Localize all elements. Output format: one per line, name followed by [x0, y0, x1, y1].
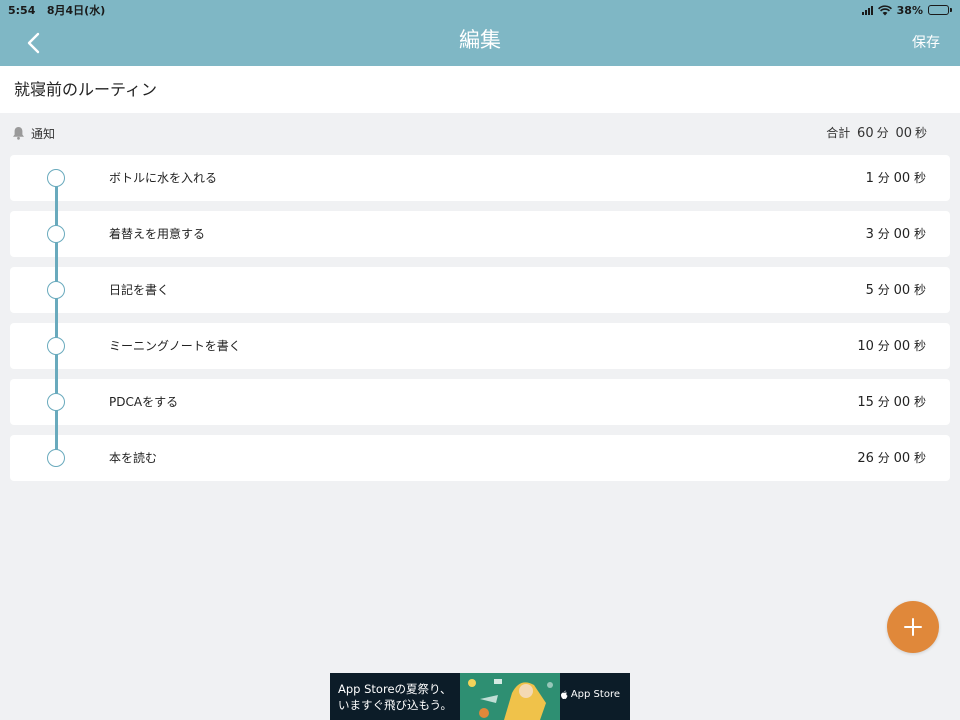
battery-percent: 38%	[896, 3, 923, 17]
status-bar: 5:54 8月4日(水) 38%	[0, 0, 960, 20]
task-name: 着替えを用意する	[109, 227, 206, 241]
timeline-node-icon	[47, 225, 65, 243]
status-right: 38%	[861, 3, 952, 17]
apple-logo-icon	[560, 690, 568, 699]
task-name: 日記を書く	[109, 283, 170, 297]
wifi-icon	[877, 4, 892, 15]
nav-bar: 編集 保存	[0, 20, 960, 66]
page-title: 編集	[459, 28, 501, 52]
task-duration: 5 分 00 秒	[865, 283, 926, 298]
task-row[interactable]: ミーニングノートを書く 10 分 00 秒	[10, 323, 950, 369]
total-sec-unit: 秒	[914, 126, 927, 140]
task-duration: 15 分 00 秒	[857, 395, 926, 410]
timeline-node-icon	[47, 169, 65, 187]
task-row[interactable]: 本を読む 26 分 00 秒	[10, 435, 950, 481]
plus-icon	[904, 618, 922, 636]
notification-toggle[interactable]: 通知	[12, 122, 55, 144]
task-name: ミーニングノートを書く	[109, 339, 241, 353]
ad-text: App Storeの夏祭り、 いますぐ飛び込もう。	[338, 682, 452, 712]
total-label: 合計	[826, 126, 851, 140]
status-left: 5:54 8月4日(水)	[8, 2, 113, 18]
notification-label: 通知	[31, 126, 56, 141]
total-seconds: 00	[895, 126, 912, 141]
total-duration: 合計 60 分 00 秒	[826, 122, 927, 144]
meta-row: 通知 合計 60 分 00 秒	[0, 122, 960, 144]
task-name: PDCAをする	[109, 395, 179, 409]
task-duration: 26 分 00 秒	[857, 451, 926, 466]
task-duration: 10 分 00 秒	[857, 339, 926, 354]
timeline-node-icon	[47, 337, 65, 355]
routine-title-field[interactable]: 就寝前のルーティン	[0, 66, 960, 113]
ad-illustration-icon	[460, 673, 560, 720]
timeline-node-icon	[47, 449, 65, 467]
ad-banner[interactable]: App Storeの夏祭り、 いますぐ飛び込もう。 App Store	[330, 673, 630, 720]
bell-icon	[13, 127, 24, 140]
ad-brand: App Store	[560, 689, 620, 700]
status-time: 5:54	[8, 4, 36, 17]
task-name: 本を読む	[109, 451, 158, 465]
task-list: ボトルに水を入れる 1 分 00 秒 着替えを用意する 3 分 00 秒 日記を…	[10, 155, 950, 491]
task-duration: 1 分 00 秒	[865, 171, 926, 186]
task-row[interactable]: 日記を書く 5 分 00 秒	[10, 267, 950, 313]
signal-icon	[861, 5, 873, 15]
total-minutes: 60	[857, 126, 874, 141]
save-button[interactable]: 保存	[912, 20, 940, 66]
task-duration: 3 分 00 秒	[865, 227, 926, 242]
task-row[interactable]: ボトルに水を入れる 1 分 00 秒	[10, 155, 950, 201]
task-row[interactable]: PDCAをする 15 分 00 秒	[10, 379, 950, 425]
task-row[interactable]: 着替えを用意する 3 分 00 秒	[10, 211, 950, 257]
status-date: 8月4日(水)	[46, 4, 106, 17]
timeline-node-icon	[47, 281, 65, 299]
total-min-unit: 分	[876, 126, 889, 140]
timeline-node-icon	[47, 393, 65, 411]
add-task-button[interactable]	[887, 601, 939, 653]
battery-icon	[928, 5, 952, 15]
task-name: ボトルに水を入れる	[109, 171, 218, 185]
